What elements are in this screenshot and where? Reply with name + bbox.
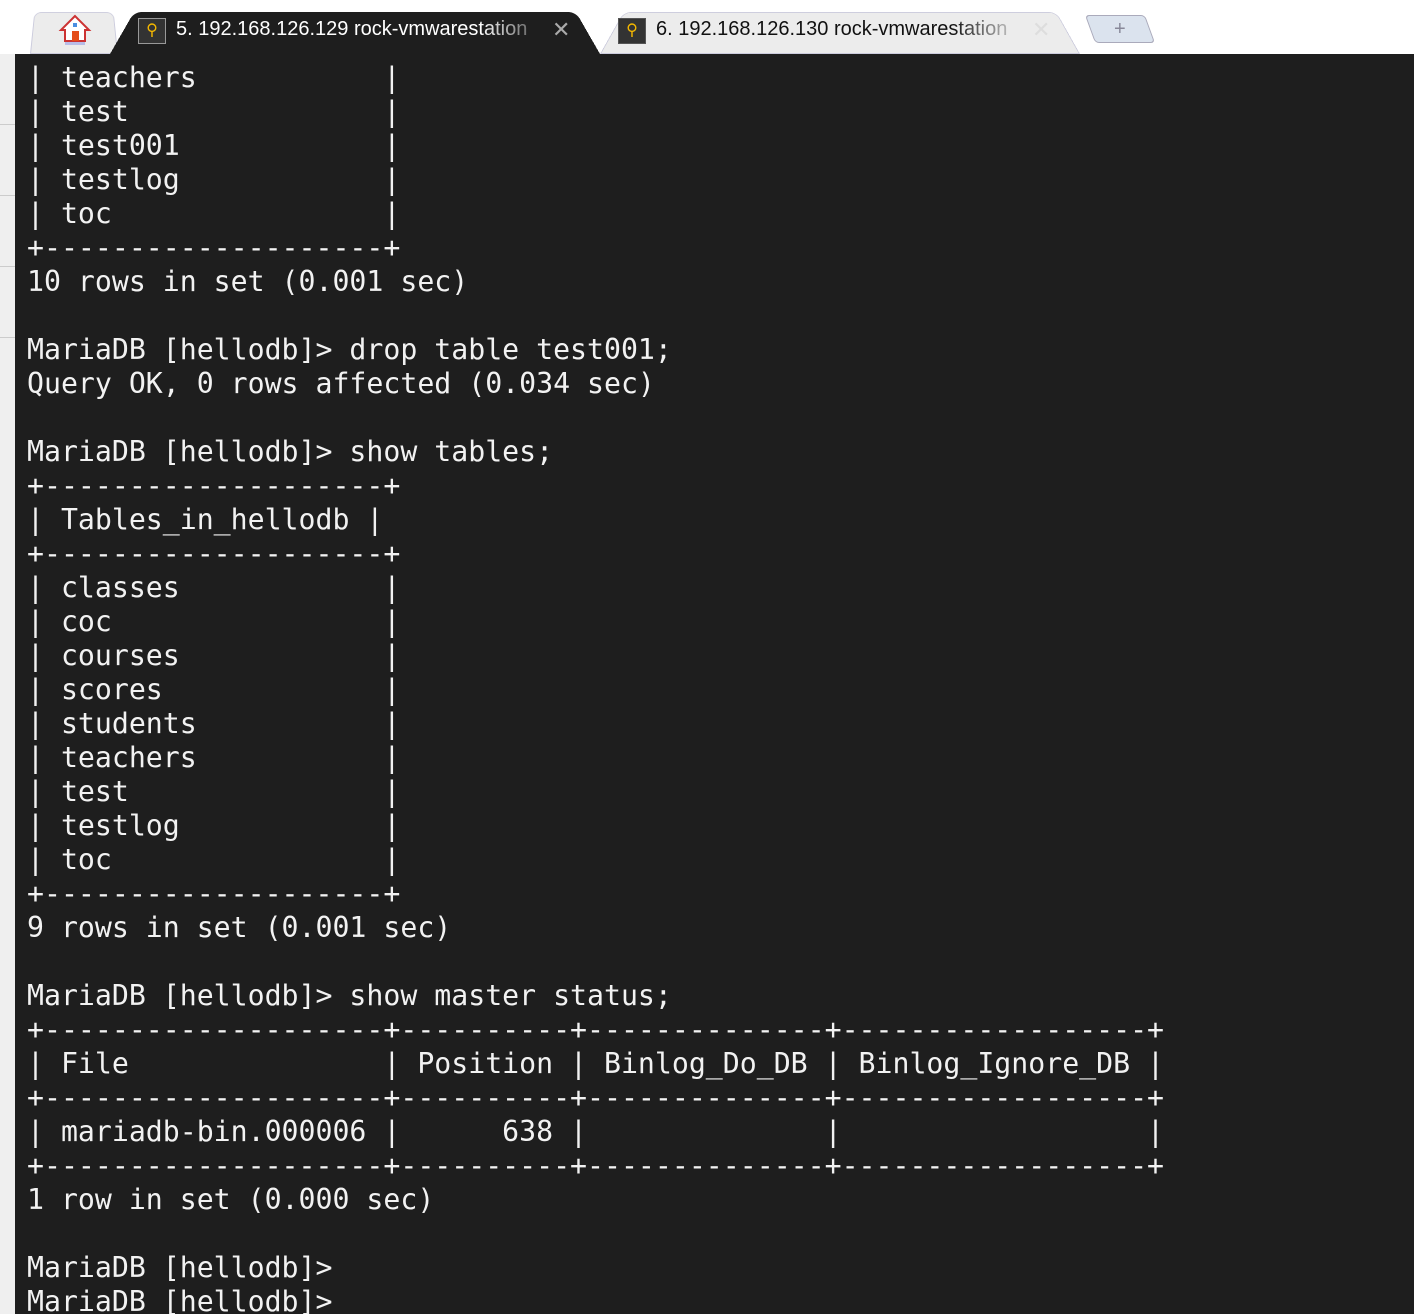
terminal-line: MariaDB [hellodb]> drop table test001; (27, 333, 672, 366)
tab-label: 6. 192.168.126.130 rock-vmwarestation (656, 18, 1008, 40)
terminal-line: | scores | (27, 673, 401, 706)
tab-session-5[interactable]: ⚲ 5. 192.168.126.129 rock-vmwarestation … (110, 7, 600, 54)
left-sidebar-strip (0, 54, 15, 1314)
terminal-line: | mariadb-bin.000006 | 638 | | | (27, 1115, 1165, 1148)
terminal-line: | File | Position | Binlog_Do_DB | Binlo… (27, 1047, 1165, 1080)
terminal-line: +--------------------+----------+-------… (27, 1081, 1165, 1114)
terminal-line: | Tables_in_hellodb | (27, 503, 384, 536)
terminal-line: | coc | (27, 605, 401, 638)
close-icon[interactable]: ✕ (552, 17, 570, 43)
terminal-line: | classes | (27, 571, 401, 604)
terminal-line: | testlog | (27, 163, 401, 196)
terminal-line: +--------------------+ (27, 537, 401, 570)
new-tab-button[interactable]: + (1084, 15, 1156, 43)
terminal-line: +--------------------+ (27, 231, 401, 264)
plus-icon: + (1114, 18, 1126, 40)
home-icon (58, 14, 92, 45)
terminal-line: | test001 | (27, 129, 401, 162)
close-icon[interactable]: ✕ (1032, 17, 1050, 43)
terminal-line: MariaDB [hellodb]> show tables; (27, 435, 554, 468)
terminal-line: MariaDB [hellodb]> (27, 1285, 333, 1314)
terminal-line: Query OK, 0 rows affected (0.034 sec) (27, 367, 655, 400)
terminal-line: | teachers | (27, 741, 401, 774)
terminal-line: +--------------------+ (27, 469, 401, 502)
terminal-line: | students | (27, 707, 401, 740)
terminal-output[interactable]: | teachers | | test | | test001 | | testlog… (15, 54, 1414, 1314)
sidebar-slot[interactable] (0, 267, 15, 338)
terminal-line: | toc | (27, 843, 401, 876)
tab-home[interactable] (30, 7, 118, 54)
terminal-line: | test | (27, 775, 401, 808)
key-icon: ⚲ (138, 18, 166, 44)
tab-session-6[interactable]: ⚲ 6. 192.168.126.130 rock-vmwarestation … (600, 7, 1080, 54)
terminal-line: 9 rows in set (0.001 sec) (27, 911, 452, 944)
sidebar-slot[interactable] (0, 125, 15, 196)
terminal-line: +--------------------+----------+-------… (27, 1013, 1165, 1046)
terminal-line: 1 row in set (0.000 sec) (27, 1183, 435, 1216)
terminal-line: | courses | (27, 639, 401, 672)
terminal-line: +--------------------+----------+-------… (27, 1149, 1165, 1182)
terminal-line: MariaDB [hellodb]> show master status; (27, 979, 672, 1012)
key-icon: ⚲ (618, 18, 646, 44)
sidebar-slot[interactable] (0, 196, 15, 267)
tab-label: 5. 192.168.126.129 rock-vmwarestation (176, 18, 528, 40)
terminal-line: | toc | (27, 197, 401, 230)
terminal-line: +--------------------+ (27, 877, 401, 910)
terminal-line: MariaDB [hellodb]> (27, 1251, 333, 1284)
terminal-line: | test | (27, 95, 401, 128)
terminal-lines: | teachers | | test | | test001 | | testlog… (27, 61, 1164, 1314)
tab-bar: ⚲ 5. 192.168.126.129 rock-vmwarestation … (0, 0, 1414, 54)
sidebar-slot[interactable] (0, 54, 15, 125)
terminal-line: | teachers | (27, 61, 401, 94)
terminal-line: 10 rows in set (0.001 sec) (27, 265, 469, 298)
terminal-line: | testlog | (27, 809, 401, 842)
